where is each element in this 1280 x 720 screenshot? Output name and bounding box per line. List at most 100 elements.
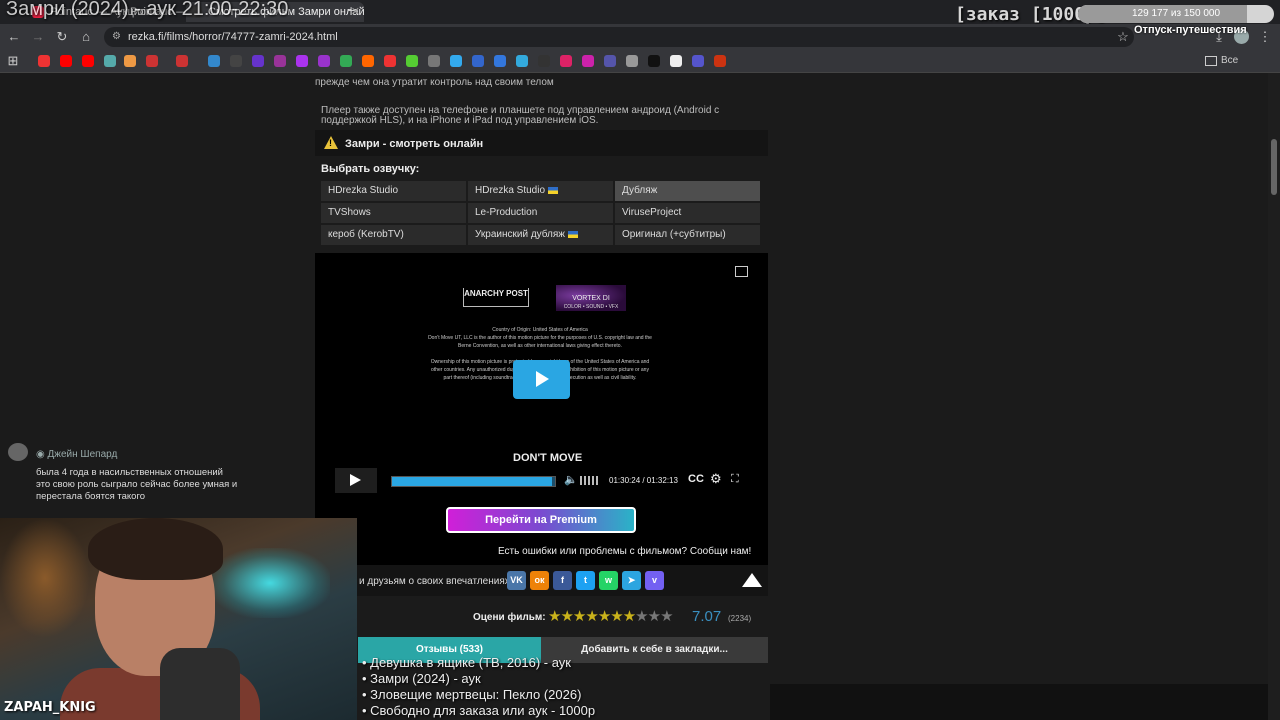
bookmark-icon[interactable] <box>450 55 462 67</box>
volume-level[interactable] <box>592 476 594 485</box>
dub-option[interactable]: Le-Production <box>468 203 613 223</box>
youtube-icon[interactable] <box>82 55 94 67</box>
subtitles-cc-button[interactable]: CC <box>688 473 704 485</box>
volume-level[interactable] <box>584 476 586 485</box>
star-icon[interactable]: ★ <box>660 608 673 625</box>
new-tab-button[interactable]: + <box>347 2 355 18</box>
bookmark-icon[interactable] <box>274 55 286 67</box>
menu-kebab-icon[interactable]: ⋮ <box>1256 28 1274 46</box>
site-info-icon[interactable]: ⚙ <box>112 27 121 47</box>
gmail-icon[interactable] <box>146 55 158 67</box>
forward-arrow-icon[interactable]: → <box>29 28 47 46</box>
queue-item: • Замри (2024) - аук <box>362 671 481 686</box>
volume-icon[interactable]: 🔈 <box>564 473 578 486</box>
bookmark-icon[interactable] <box>104 55 116 67</box>
star-icon[interactable]: ★ <box>598 608 611 625</box>
bookmark-icon[interactable] <box>670 55 682 67</box>
volume-level[interactable] <box>588 476 590 485</box>
star-icon[interactable]: ★ <box>648 608 661 625</box>
star-icon[interactable]: ★ <box>585 608 598 625</box>
volume-level[interactable] <box>596 476 598 485</box>
star-icon[interactable]: ★ <box>623 608 636 625</box>
play-icon[interactable] <box>536 371 549 387</box>
rating-value: 7.07 <box>692 608 722 625</box>
bookmark-icon[interactable] <box>428 55 440 67</box>
bookmark-star-icon[interactable]: ☆ <box>1114 28 1132 46</box>
dub-option[interactable]: Украинский дубляж <box>468 225 613 245</box>
bookmark-icon[interactable] <box>648 55 660 67</box>
bookmark-icon[interactable] <box>384 55 396 67</box>
back-arrow-icon[interactable]: ← <box>5 28 23 46</box>
bookmark-icon[interactable] <box>340 55 352 67</box>
volume-level[interactable] <box>580 476 582 485</box>
bookmark-icon[interactable] <box>252 55 264 67</box>
arrow-up-icon[interactable] <box>742 573 762 587</box>
scrollbar[interactable] <box>1268 73 1280 720</box>
star-icon[interactable]: ★ <box>560 608 573 625</box>
dub-option[interactable]: HDrezka Studio <box>321 181 466 201</box>
youtube-icon[interactable] <box>60 55 72 67</box>
bookmarks-bar: ⊞ Все закладки <box>0 50 1280 88</box>
fullscreen-icon[interactable]: ⛶ <box>731 473 739 486</box>
settings-gear-icon[interactable]: ⚙ <box>710 471 722 487</box>
credits-line: Don't Move UT, LLC is the author of this… <box>428 335 652 341</box>
donation-goal-text: 129 177 из 150 000 <box>1131 8 1221 19</box>
bookmark-icon[interactable] <box>560 55 572 67</box>
movie-description-tail: прежде чем она утратит контроль над свои… <box>315 77 554 88</box>
star-icon[interactable]: ★ <box>573 608 586 625</box>
twitter-icon[interactable]: t <box>576 571 595 590</box>
star-icon[interactable]: ★ <box>610 608 623 625</box>
ukraine-flag-icon <box>568 230 578 238</box>
vk-icon[interactable]: VK <box>507 571 526 590</box>
bookmark-icon[interactable] <box>582 55 594 67</box>
rating-stars[interactable]: ★★★★★★★★★★ <box>548 607 674 625</box>
bookmark-icon[interactable] <box>296 55 308 67</box>
bookmark-icon[interactable] <box>406 55 418 67</box>
mail-icon[interactable] <box>124 55 136 67</box>
dub-option[interactable]: ViruseProject <box>615 203 760 223</box>
gmail-icon[interactable] <box>176 55 188 67</box>
dub-option-label: Дубляж <box>622 185 658 196</box>
bookmark-icon[interactable] <box>472 55 484 67</box>
premium-button[interactable]: Перейти на Premium <box>446 507 636 533</box>
facebook-icon[interactable]: f <box>553 571 572 590</box>
ok-icon[interactable]: ок <box>530 571 549 590</box>
bookmark-icon[interactable] <box>230 55 242 67</box>
bookmark-icon[interactable] <box>538 55 550 67</box>
play-icon[interactable] <box>350 474 361 486</box>
vk-bookmark-icon[interactable] <box>494 55 506 67</box>
dub-option[interactable]: HDrezka Studio <box>468 181 613 201</box>
bookmark-icon[interactable] <box>626 55 638 67</box>
url-field[interactable]: ⚙ rezka.fi/films/horror/74777-zamri-2024… <box>104 27 1134 47</box>
telegram-icon[interactable]: ➤ <box>622 571 641 590</box>
seek-bar-progress <box>392 477 552 486</box>
home-icon[interactable]: ⌂ <box>77 28 95 46</box>
bookmark-icon[interactable] <box>362 55 374 67</box>
dub-option[interactable]: кероб (KerobTV) <box>321 225 466 245</box>
whatsapp-icon[interactable]: w <box>599 571 618 590</box>
star-icon[interactable]: ★ <box>548 608 561 625</box>
reload-icon[interactable]: ↻ <box>53 28 71 46</box>
bookmark-icon[interactable] <box>208 55 220 67</box>
viber-icon[interactable]: v <box>645 571 664 590</box>
folder-icon <box>1205 56 1217 66</box>
dub-option-label: HDrezka Studio <box>475 185 546 196</box>
bookmark-icon[interactable] <box>692 55 704 67</box>
report-error-link[interactable]: Есть ошибки или проблемы с фильмом? Сооб… <box>498 546 751 557</box>
choose-dub-label: Выбрать озвучку: <box>321 163 420 175</box>
bookmark-icon[interactable] <box>38 55 50 67</box>
scrollbar-thumb[interactable] <box>1271 139 1277 195</box>
share-label: и друзьям о своих впечатлениях: <box>359 576 513 587</box>
dub-option[interactable]: TVShows <box>321 203 466 223</box>
dub-option[interactable]: Оригинал (+субтитры) <box>615 225 760 245</box>
bookmark-icon[interactable] <box>318 55 330 67</box>
movie-queue: • Девушка в ящике (ТВ, 2016) - аук • Зам… <box>358 655 770 720</box>
apps-grid-icon[interactable]: ⊞ <box>4 52 22 70</box>
picture-in-picture-icon[interactable] <box>735 266 748 277</box>
bookmark-icon[interactable] <box>714 55 726 67</box>
bookmark-icon[interactable] <box>516 55 528 67</box>
dub-option[interactable]: Дубляж <box>615 181 760 201</box>
bookmark-icon[interactable] <box>604 55 616 67</box>
seek-bar[interactable] <box>391 476 556 487</box>
star-icon[interactable]: ★ <box>635 608 648 625</box>
